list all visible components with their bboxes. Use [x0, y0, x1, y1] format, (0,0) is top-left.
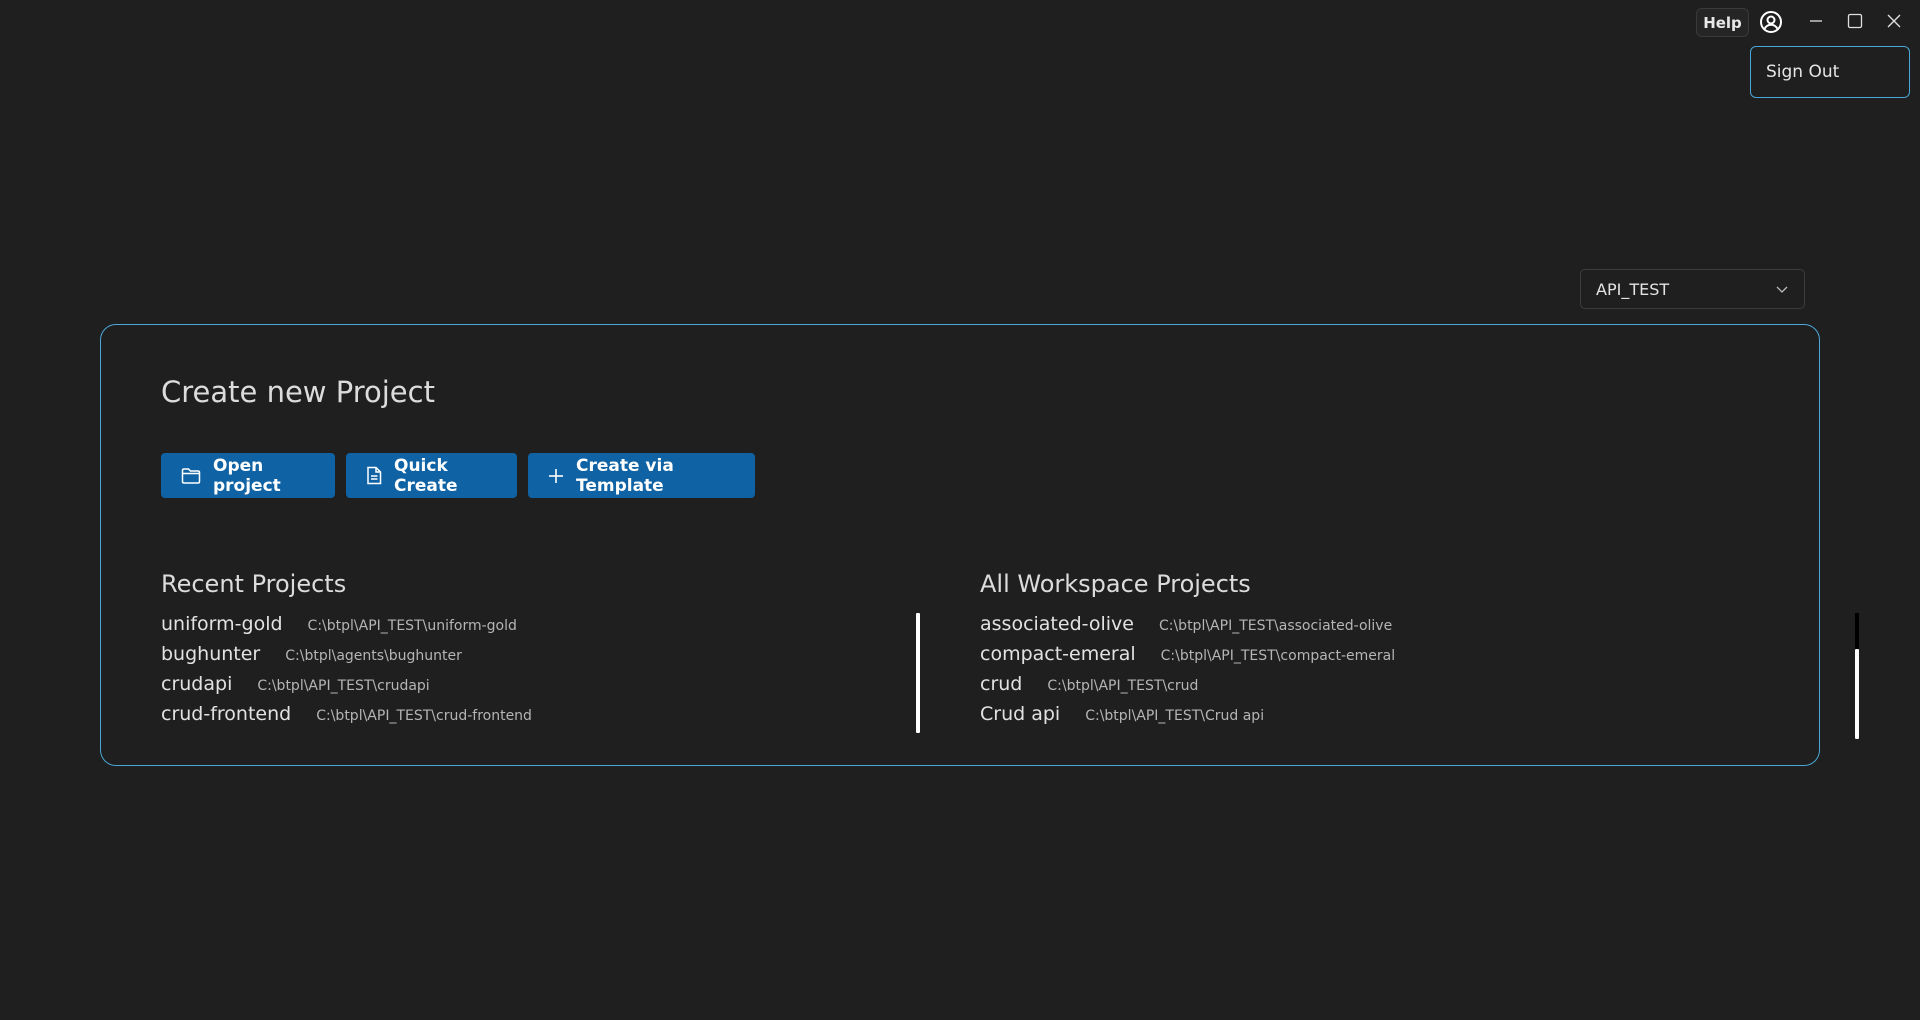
all-workspace-projects-list: associated-olive C:\btpl\API_TEST\associ…	[980, 613, 1859, 739]
user-circle-icon	[1760, 11, 1782, 33]
create-project-card: Create new Project Open project Quick Cr…	[100, 324, 1859, 766]
list-item[interactable]: bughunter C:\btpl\agents\bughunter	[161, 643, 941, 673]
user-account-button[interactable]	[1757, 8, 1785, 36]
sign-out-menu-item[interactable]: Sign Out	[1766, 62, 1839, 82]
close-window-button[interactable]	[1876, 6, 1912, 36]
create-via-template-label: Create via Template	[576, 455, 674, 496]
close-icon	[1887, 14, 1901, 28]
all-workspace-projects-section: All Workspace Projects associated-olive …	[980, 569, 1859, 739]
list-item[interactable]: crud-frontend C:\btpl\API_TEST\crud-fron…	[161, 703, 941, 733]
quick-create-button[interactable]: Quick Create	[346, 453, 517, 498]
minimize-button[interactable]	[1798, 6, 1834, 36]
maximize-icon	[1847, 13, 1863, 29]
project-path: C:\btpl\agents\bughunter	[285, 648, 462, 664]
project-name: crudapi	[161, 673, 233, 695]
project-path: C:\btpl\API_TEST\compact-emeral	[1160, 648, 1396, 664]
minimize-icon	[1810, 20, 1822, 22]
recent-projects-list: uniform-gold C:\btpl\API_TEST\uniform-go…	[161, 613, 941, 733]
recent-projects-title: Recent Projects	[161, 570, 347, 598]
project-name: compact-emeral	[980, 643, 1136, 665]
all-workspace-projects-scrollbar[interactable]	[1855, 613, 1859, 739]
chevron-down-icon	[1776, 286, 1788, 293]
list-item[interactable]: crud C:\btpl\API_TEST\crud	[980, 673, 1760, 703]
project-name: crud-frontend	[161, 703, 292, 725]
project-name: associated-olive	[980, 613, 1134, 635]
project-path: C:\btpl\API_TEST\Crud api	[1085, 708, 1265, 724]
workspace-select-value: API_TEST	[1596, 279, 1670, 299]
user-menu-dropdown: Sign Out	[1750, 46, 1910, 98]
quick-create-label: Quick Create	[394, 455, 458, 496]
project-path: C:\btpl\API_TEST\crud-frontend	[316, 708, 532, 724]
scrollbar-thumb[interactable]	[1855, 649, 1859, 739]
action-buttons: Open project Quick Create Create via Tem…	[161, 453, 755, 498]
list-item[interactable]: uniform-gold C:\btpl\API_TEST\uniform-go…	[161, 613, 941, 643]
all-workspace-projects-title: All Workspace Projects	[980, 570, 1251, 598]
list-item[interactable]: compact-emeral C:\btpl\API_TEST\compact-…	[980, 643, 1760, 673]
create-via-template-button[interactable]: Create via Template	[528, 453, 755, 498]
document-icon	[366, 466, 382, 485]
project-name: Crud api	[980, 703, 1061, 725]
project-path: C:\btpl\API_TEST\associated-olive	[1158, 618, 1393, 634]
list-item[interactable]: associated-olive C:\btpl\API_TEST\associ…	[980, 613, 1760, 643]
project-name: uniform-gold	[161, 613, 283, 635]
project-path: C:\btpl\API_TEST\uniform-gold	[307, 618, 517, 634]
title-bar: Help	[0, 0, 1920, 42]
recent-projects-section: Recent Projects uniform-gold C:\btpl\API…	[161, 569, 941, 733]
workspace-select[interactable]: API_TEST	[1580, 269, 1805, 309]
project-path: C:\btpl\API_TEST\crud	[1047, 678, 1199, 694]
help-button[interactable]: Help	[1696, 8, 1749, 37]
project-name: bughunter	[161, 643, 261, 665]
maximize-button[interactable]	[1837, 6, 1873, 36]
list-item[interactable]: Crud api C:\btpl\API_TEST\Crud api	[980, 703, 1760, 733]
project-name: crud	[980, 673, 1023, 695]
open-project-label: Open project	[213, 455, 281, 496]
open-project-button[interactable]: Open project	[161, 453, 335, 498]
recent-projects-scrollbar[interactable]	[916, 613, 920, 733]
folder-icon	[181, 467, 201, 485]
plus-icon	[548, 468, 564, 484]
project-path: C:\btpl\API_TEST\crudapi	[257, 678, 430, 694]
scrollbar-thumb[interactable]	[916, 613, 920, 733]
card-title: Create new Project	[161, 375, 435, 409]
list-item[interactable]: crudapi C:\btpl\API_TEST\crudapi	[161, 673, 941, 703]
